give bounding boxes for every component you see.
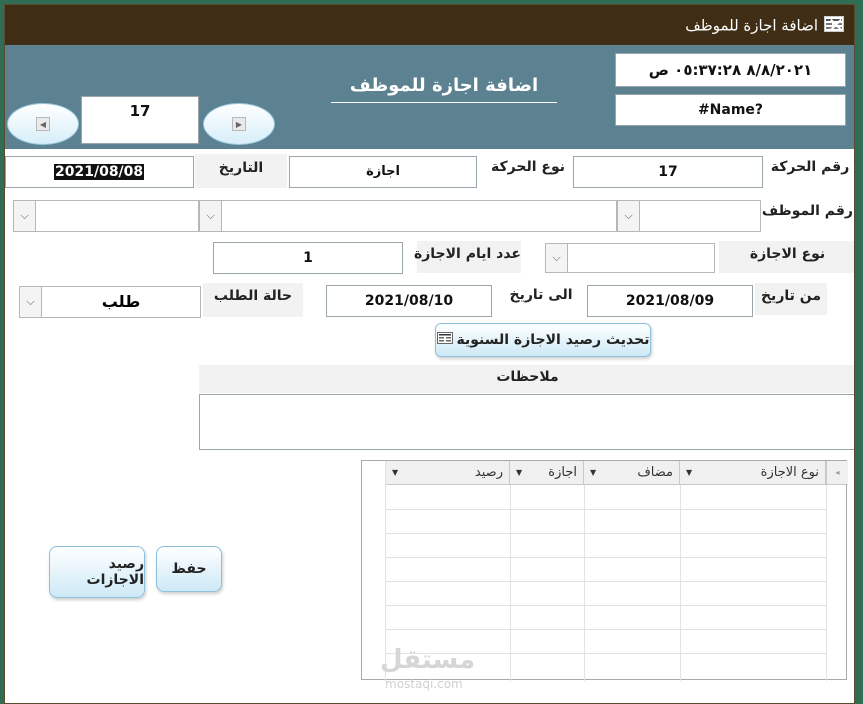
save-button[interactable]: حفظ — [156, 546, 222, 592]
to-date-label: الى تاريخ — [509, 287, 573, 303]
column-header-leave-type[interactable]: نوع الاجازة ▼ — [680, 461, 826, 485]
chevron-down-icon[interactable]: ⌵ — [618, 201, 640, 231]
from-date-field[interactable]: 2021/08/09 — [587, 285, 753, 317]
request-status-combo[interactable]: ⌵ طلب — [19, 286, 201, 318]
leave-balance-button[interactable]: رصيد الاجازات — [49, 546, 145, 598]
date-label: التاريخ — [195, 154, 287, 188]
movement-no-label: رقم الحركة — [770, 159, 850, 175]
employee-no-combo[interactable]: ⌵ — [617, 200, 761, 232]
title-bar: اضافة اجازة للموظف ✕ — [5, 5, 854, 45]
leave-type-label: نوع الاجازة — [719, 241, 854, 273]
grid-line — [386, 581, 826, 582]
from-date-label: من تاريخ — [755, 283, 827, 315]
grid-line — [386, 629, 826, 630]
prev-record-button[interactable]: ◀ — [7, 103, 79, 145]
leave-days-label: عدد ايام الاجازة — [414, 241, 521, 273]
grid-line — [386, 605, 826, 606]
to-date-field[interactable]: 2021/08/10 — [326, 285, 492, 317]
chevron-down-icon[interactable]: ⌵ — [14, 201, 36, 231]
window-title: اضافة اجازة للموظف — [685, 16, 844, 36]
movement-type-label: نوع الحركة — [491, 159, 565, 175]
triangle-right-icon: ▶ — [232, 117, 246, 131]
name-error-field: #Name? — [615, 94, 846, 126]
record-number-field[interactable]: 17 — [81, 96, 199, 144]
watermark-logo: مستقل — [380, 645, 476, 675]
grid-line — [826, 485, 827, 681]
column-header-leave[interactable]: اجازة ▼ — [510, 461, 584, 485]
leave-days-field[interactable]: 1 — [213, 242, 403, 274]
chevron-down-icon: ▼ — [590, 468, 597, 477]
leave-type-value — [568, 244, 714, 272]
leave-balance-button-label: رصيد الاجازات — [86, 556, 145, 588]
form-window: اضافة اجازة للموظف ✕ اضافة اجازة للموظف … — [4, 4, 855, 704]
form-heading: اضافة اجازة للموظف — [331, 75, 557, 103]
save-button-label: حفظ — [171, 561, 207, 577]
grid-line — [386, 533, 826, 534]
date-value: 2021/08/08 — [54, 164, 145, 180]
grid-line — [386, 509, 826, 510]
column-header-added[interactable]: مضاف ▼ — [584, 461, 680, 485]
column-header-balance[interactable]: رصيد ▼ — [386, 461, 510, 485]
grid-line — [386, 557, 826, 558]
record-selector-header[interactable]: ◂ — [826, 461, 848, 485]
date-field[interactable]: 2021/08/08 — [5, 156, 194, 188]
movement-no-field[interactable]: 17 — [573, 156, 763, 188]
update-balance-label: تحديث رصيد الاجازة السنوية — [456, 332, 650, 348]
grid-line — [680, 485, 681, 681]
employee-no-value — [640, 201, 760, 231]
datetime-field: ٨/٨/٢٠٢١ ٠٥:٣٧:٢٨ ص — [615, 53, 846, 87]
movement-type-field[interactable]: اجازة — [289, 156, 477, 188]
triangle-left-icon: ◀ — [36, 117, 50, 131]
employee-name-combo[interactable]: ⌵ — [199, 200, 617, 232]
notes-textarea[interactable] — [199, 394, 854, 450]
grid-line — [510, 485, 511, 681]
department-combo[interactable]: ⌵ — [13, 200, 199, 232]
next-record-button[interactable]: ▶ — [203, 103, 275, 145]
chevron-down-icon: ▼ — [516, 468, 523, 477]
chevron-down-icon: ▼ — [686, 468, 693, 477]
grid-line — [584, 485, 585, 681]
update-annual-balance-button[interactable]: تحديث رصيد الاجازة السنوية — [435, 323, 651, 357]
watermark-domain: mostaqi.com — [385, 677, 463, 691]
chevron-down-icon: ▼ — [392, 468, 399, 477]
employee-no-label: رقم الموظف — [761, 203, 853, 219]
department-value — [36, 201, 198, 231]
header-band: اضافة اجازة للموظف ٨/٨/٢٠٢١ ٠٥:٣٧:٢٨ ص #… — [5, 45, 854, 149]
request-status-label: حالة الطلب — [203, 283, 303, 317]
form-icon — [436, 332, 453, 348]
chevron-down-icon[interactable]: ⌵ — [546, 244, 568, 272]
leave-type-combo[interactable]: ⌵ — [545, 243, 715, 273]
employee-name-value — [222, 201, 616, 231]
request-status-value: طلب — [101, 292, 141, 311]
close-icon: ✕ — [827, 13, 845, 37]
window-title-text: اضافة اجازة للموظف — [685, 16, 818, 35]
chevron-down-icon[interactable]: ⌵ — [20, 287, 42, 317]
notes-label: ملاحظات — [199, 365, 854, 393]
chevron-down-icon[interactable]: ⌵ — [200, 201, 222, 231]
close-button[interactable]: ✕ — [823, 12, 849, 38]
